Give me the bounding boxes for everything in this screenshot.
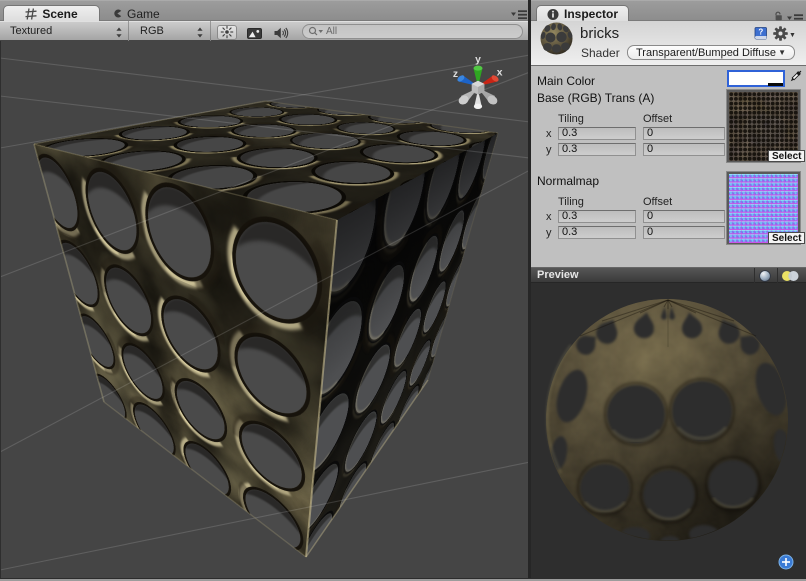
svg-text:?: ? — [758, 28, 763, 37]
